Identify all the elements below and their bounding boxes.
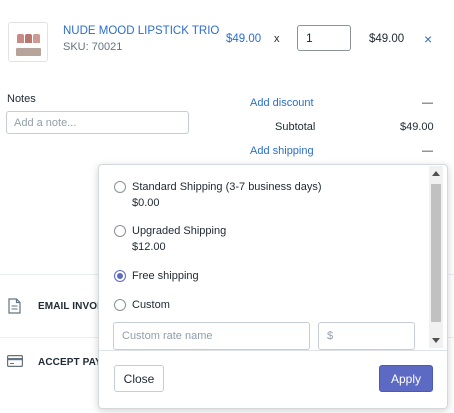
times-sign: x xyxy=(274,33,280,45)
document-icon xyxy=(8,298,21,314)
line-total: $49.00 xyxy=(369,33,405,45)
shipping-value: — xyxy=(422,145,433,157)
unit-price: $49.00 xyxy=(226,33,262,45)
subtotal-value: $49.00 xyxy=(400,121,434,133)
radio-upgraded-shipping[interactable] xyxy=(114,225,126,237)
line-item-row: NUDE MOOD LIPSTICK TRIO SKU: 70021 $49.0… xyxy=(0,0,454,80)
radio-free-shipping[interactable] xyxy=(114,270,126,282)
note-input[interactable] xyxy=(6,111,189,134)
lipstick-icon xyxy=(24,34,33,56)
product-thumbnail[interactable] xyxy=(8,22,48,62)
popover-scrollbar[interactable] xyxy=(429,166,443,348)
custom-rate-name-input[interactable] xyxy=(113,322,310,350)
option-label: Upgraded Shipping xyxy=(132,225,227,237)
subtotal-label: Subtotal xyxy=(275,121,316,133)
option-price: $0.00 xyxy=(132,197,160,209)
lipstick-icon xyxy=(32,34,41,56)
radio-standard-shipping[interactable] xyxy=(114,181,126,193)
close-button[interactable]: Close xyxy=(114,365,164,392)
option-label: Standard Shipping (3-7 business days) xyxy=(132,181,322,193)
option-price: $12.00 xyxy=(132,241,166,253)
credit-card-icon xyxy=(7,355,23,367)
apply-button[interactable]: Apply xyxy=(379,365,433,392)
product-sku: SKU: 70021 xyxy=(63,41,123,53)
scroll-up-arrow-icon[interactable] xyxy=(432,171,440,176)
popover-footer-divider xyxy=(99,350,447,351)
add-shipping-link[interactable]: Add shipping xyxy=(250,145,314,157)
shipping-popover: Standard Shipping (3-7 business days) $0… xyxy=(98,164,448,409)
scroll-down-arrow-icon[interactable] xyxy=(432,338,440,343)
email-invoice-label[interactable]: EMAIL INVOI xyxy=(38,301,100,312)
quantity-input[interactable] xyxy=(297,25,351,51)
product-name-link[interactable]: NUDE MOOD LIPSTICK TRIO xyxy=(63,25,219,37)
option-label: Custom xyxy=(132,299,170,311)
scrollbar-thumb[interactable] xyxy=(431,184,441,322)
notes-label: Notes xyxy=(7,93,36,105)
remove-item-icon[interactable]: × xyxy=(424,31,432,47)
option-label: Free shipping xyxy=(132,270,199,282)
add-discount-link[interactable]: Add discount xyxy=(250,97,314,109)
discount-value: — xyxy=(422,97,433,109)
lipstick-trio-icon xyxy=(16,34,25,56)
custom-rate-price-input[interactable] xyxy=(318,322,415,350)
radio-custom-shipping[interactable] xyxy=(114,299,126,311)
